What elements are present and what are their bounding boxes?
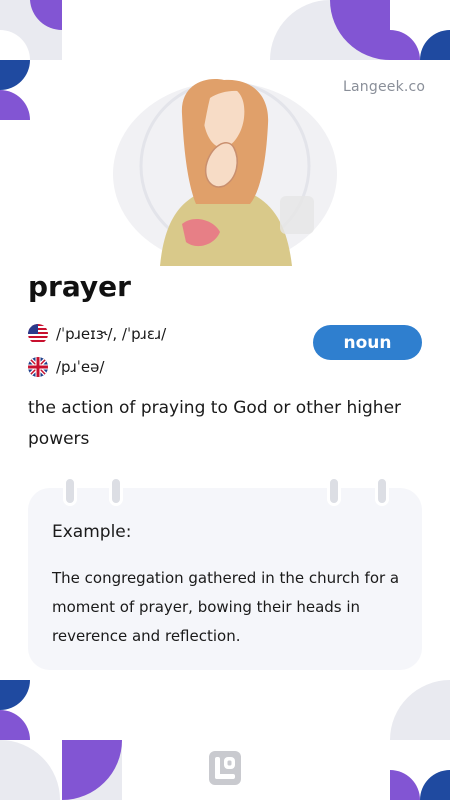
uk-flag-icon <box>28 357 48 377</box>
decor-top-left <box>0 0 62 122</box>
card-ring <box>375 476 389 506</box>
praying-woman-illustration <box>110 74 340 266</box>
langeek-logo-icon <box>209 751 241 785</box>
decor-bottom-left <box>0 680 122 800</box>
headword: prayer <box>28 270 131 303</box>
part-of-speech-badge[interactable]: noun <box>313 325 422 360</box>
brand-site-label: Langeek.co <box>343 79 426 95</box>
pronunciation-uk[interactable]: /pɹˈeə/ <box>28 357 104 377</box>
card-ring <box>327 476 341 506</box>
card-ring <box>63 476 77 506</box>
us-flag-icon <box>28 324 48 344</box>
decor-top-right <box>270 0 450 60</box>
pronunciation-us[interactable]: /ˈpɹeɪɝ/, /ˈpɹɛɹ/ <box>28 324 166 344</box>
card-ring <box>109 476 123 506</box>
decor-bottom-right <box>390 680 450 800</box>
example-sentence: The congregation gathered in the church … <box>52 569 400 645</box>
pronunciation-uk-ipa: /pɹˈeə/ <box>56 358 105 376</box>
example-label: Example: <box>52 522 132 542</box>
definition-text: the action of praying to God or other hi… <box>28 398 402 449</box>
example-card: Example: The congregation gathered in th… <box>28 488 422 670</box>
pronunciation-us-ipa: /ˈpɹeɪɝ/, /ˈpɹɛɹ/ <box>56 325 167 343</box>
